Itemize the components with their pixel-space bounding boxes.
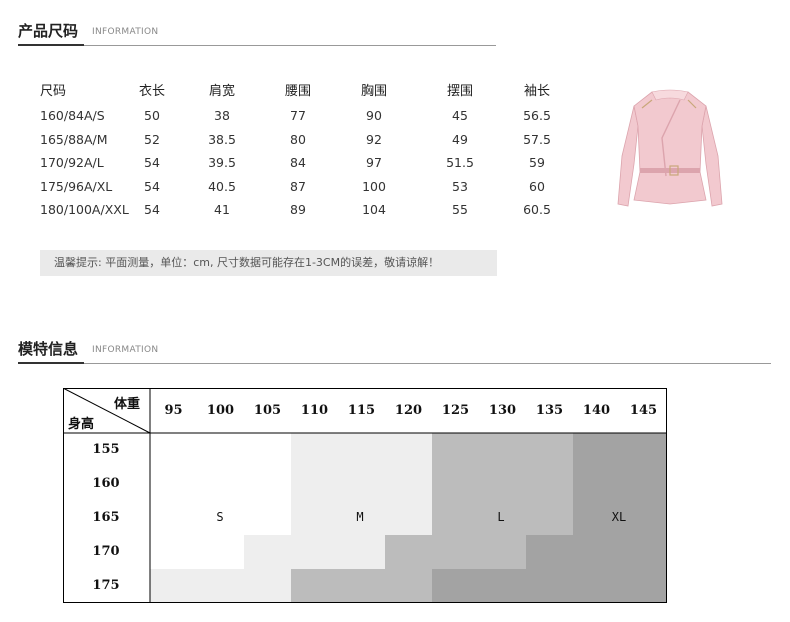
- height-header: 165: [92, 510, 120, 525]
- size-value: 77: [290, 108, 306, 123]
- column-header: 腰围: [284, 84, 311, 99]
- size-value: 89: [290, 202, 306, 217]
- section-divider: [84, 45, 496, 46]
- size-value: 104: [362, 202, 386, 217]
- size-value: 49: [452, 132, 468, 147]
- size-value: 55: [452, 202, 468, 217]
- column-header: 摆围: [446, 84, 473, 99]
- column-header: 肩宽: [208, 84, 235, 99]
- size-value: 97: [366, 155, 382, 170]
- size-value: 54: [144, 202, 160, 217]
- height-header: 160: [92, 476, 120, 491]
- section-underline-accent: [18, 44, 84, 46]
- size-label-m: M: [356, 510, 364, 524]
- size-code: 165/88A/M: [40, 132, 108, 147]
- section-title: 产品尺码: [18, 22, 79, 40]
- section-subtitle: INFORMATION: [92, 345, 159, 355]
- size-value: 39.5: [208, 155, 236, 170]
- size-zone-xl: [526, 535, 667, 569]
- corner-label-weight: 体重: [114, 397, 141, 412]
- size-zone-xl: [432, 569, 667, 603]
- size-value: 54: [144, 179, 160, 194]
- section-title: 模特信息: [18, 340, 79, 358]
- column-header: 袖长: [523, 84, 550, 99]
- size-label-xl: XL: [611, 510, 627, 524]
- size-value: 60.5: [523, 202, 551, 217]
- size-value: 53: [452, 179, 468, 194]
- size-value: 52: [144, 132, 160, 147]
- size-value: 57.5: [523, 132, 551, 147]
- size-value: 60: [529, 179, 545, 194]
- section-divider: [84, 363, 771, 364]
- size-value: 41: [214, 202, 230, 217]
- size-value: 56.5: [523, 108, 551, 123]
- weight-header: 145: [629, 403, 658, 418]
- height-header: 170: [92, 544, 120, 559]
- model-size-chart: 体重 身高 95 100 105 110 115 120 125 130 135 140 145 155 1…: [63, 388, 667, 603]
- section-header-model: 模特信息 INFORMATION: [18, 338, 771, 364]
- section-header-size: 产品尺码 INFORMATION: [18, 20, 496, 46]
- size-code: 175/96A/XL: [40, 179, 113, 194]
- jacket-left-sleeve: [617, 105, 639, 207]
- size-zone-s: [150, 535, 244, 569]
- size-zone-l: [291, 569, 432, 603]
- size-value: 84: [290, 155, 306, 170]
- section-underline-accent: [18, 362, 84, 364]
- size-value: 54: [144, 155, 160, 170]
- height-header: 175: [92, 578, 120, 593]
- size-value: 51.5: [446, 155, 474, 170]
- size-value: 80: [290, 132, 306, 147]
- column-header: 衣长: [138, 84, 165, 99]
- size-code: 160/84A/S: [40, 108, 105, 123]
- size-value: 90: [366, 108, 382, 123]
- size-value: 92: [366, 132, 382, 147]
- size-value: 59: [529, 155, 545, 170]
- jacket-body: [633, 91, 707, 205]
- product-image-jacket: [617, 89, 723, 207]
- size-zone-m: [150, 569, 291, 603]
- size-value: 100: [362, 179, 386, 194]
- size-zone-s: [150, 467, 291, 501]
- size-zone-m: [291, 467, 432, 501]
- model-size-chart-grid: [63, 388, 667, 603]
- size-code: 180/100A/XXL: [40, 202, 129, 217]
- size-label-l: L: [497, 510, 505, 524]
- size-zone-m: [291, 433, 432, 467]
- size-zone-xl: [573, 467, 667, 501]
- size-label-s: S: [216, 510, 224, 524]
- section-subtitle: INFORMATION: [92, 27, 159, 37]
- size-zone-xl: [573, 433, 667, 467]
- size-value: 38: [214, 108, 230, 123]
- size-code: 170/92A/L: [40, 155, 104, 170]
- size-zone-l: [432, 433, 573, 467]
- corner-label-height: 身高: [68, 417, 95, 432]
- size-value: 45: [452, 108, 468, 123]
- measurement-tip: 温馨提示: 平面测量，单位：cm, 尺寸数据可能存在1-3CM的误差，敬请谅解！: [40, 250, 497, 276]
- size-zone-m: [244, 535, 385, 569]
- size-zone-l: [385, 535, 526, 569]
- size-zone-s: [150, 433, 291, 467]
- size-value: 50: [144, 108, 160, 123]
- size-value: 38.5: [208, 132, 236, 147]
- column-header: 胸围: [360, 84, 387, 99]
- column-header: 尺码: [40, 84, 67, 99]
- size-zone-l: [432, 467, 573, 501]
- height-header: 155: [92, 442, 120, 457]
- jacket-right-sleeve: [701, 105, 723, 207]
- size-value: 40.5: [208, 179, 236, 194]
- size-value: 87: [290, 179, 306, 194]
